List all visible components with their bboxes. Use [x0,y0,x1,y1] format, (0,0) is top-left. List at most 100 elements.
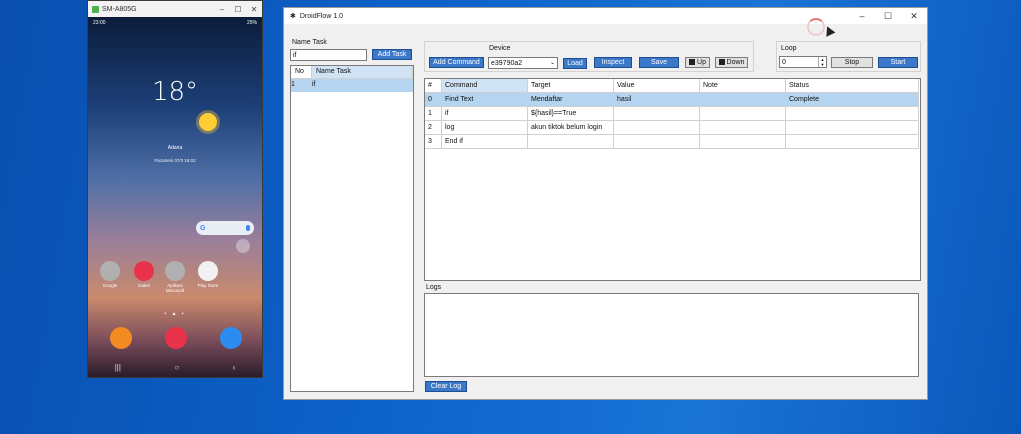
loop-value: 0 [782,59,786,66]
minimize-icon[interactable]: – [214,5,230,14]
table-row[interactable]: 2 log akun tiktok belum login [425,121,920,135]
add-command-button[interactable]: Add Command [429,57,484,68]
command-grid-header: # Command Target Value Note Status [425,79,920,93]
table-row[interactable]: 3 End if [425,135,920,149]
table-cell[interactable] [614,135,700,149]
table-cell: 1 [425,107,442,121]
app-galeri[interactable]: Galeri [130,261,158,288]
mic-icon[interactable] [246,225,250,231]
loading-spinner-icon [807,18,825,36]
home-icon[interactable]: ○ [174,363,179,372]
microsoft-folder-icon [165,261,185,281]
table-cell[interactable]: ${hasil}==True [528,107,614,121]
droidflow-window: ✱ DroidFlow 1.0 – ☐ ✕ Name Task if Add T… [283,7,928,400]
app-titlebar[interactable]: ✱ DroidFlow 1.0 – ☐ ✕ [284,8,927,24]
up-button[interactable]: Up [685,57,710,68]
maximize-icon[interactable]: ☐ [230,5,246,14]
command-grid[interactable]: # Command Target Value Note Status 0 Fin… [424,78,921,281]
app-drawer-icon[interactable] [236,239,250,253]
table-cell[interactable]: Mendaftar [528,93,614,107]
table-row[interactable]: 1 if ${hasil}==True [425,107,920,121]
phone-window-title: SM-A805G [102,5,137,13]
load-button[interactable]: Load [563,58,587,69]
clear-log-button[interactable]: Clear Log [425,381,467,392]
loop-count-input[interactable]: 0 ▲ ▼ [779,56,827,68]
app-microsoft[interactable]: Aplikasi Microsoft [161,261,189,293]
app-title: DroidFlow 1.0 [299,12,344,20]
column-header[interactable]: Command [442,79,528,93]
table-cell[interactable]: akun tiktok belum login [528,121,614,135]
table-cell[interactable] [700,121,786,135]
down-arrow-icon [718,59,725,65]
column-header[interactable]: Target [528,79,614,93]
up-arrow-icon [689,59,696,65]
table-cell: 3 [425,135,442,149]
app-label: Play Store [197,283,219,288]
device-select-value: e39790a2 [491,60,523,67]
app-google[interactable]: Google [96,261,124,288]
spinner-arrows-icon[interactable]: ▲ ▼ [818,57,826,67]
task-grid[interactable]: No Name Task 1 if [290,65,414,392]
table-cell[interactable] [614,121,700,135]
table-cell [786,107,919,121]
app-label: Galeri [137,283,150,288]
table-cell: 2 [425,121,442,135]
table-cell[interactable] [528,135,614,149]
column-header[interactable]: # [425,79,442,93]
table-cell[interactable] [700,93,786,107]
table-row[interactable]: 0 Find Text Mendaftar hasil Complete [425,93,920,107]
table-cell[interactable] [700,135,786,149]
weather-temperature: 18° [151,77,199,107]
task-name-input[interactable]: if [290,49,367,61]
column-header[interactable]: Value [614,79,700,93]
save-button[interactable]: Save [639,57,679,68]
start-button[interactable]: Start [878,57,918,68]
app-gear-icon: ✱ [290,13,296,20]
maximize-icon[interactable]: ☐ [875,11,901,22]
inspect-button[interactable]: Inspect [594,57,632,68]
close-icon[interactable]: ✕ [901,11,927,22]
app-label: Aplikasi Microsoft [165,283,185,293]
column-header[interactable]: Note [700,79,786,93]
minimize-icon[interactable]: – [849,11,875,22]
table-cell[interactable]: if [442,107,528,121]
table-row[interactable]: 1 if [291,79,413,92]
back-icon[interactable]: ‹ [233,363,236,372]
google-icon: G [200,224,206,232]
close-icon[interactable]: ✕ [246,5,262,14]
logs-textarea[interactable] [424,293,919,377]
name-task-label: Name Task [292,39,327,46]
phone-nav-bar: ||| ○ ‹ [88,357,262,377]
status-battery: 25% [246,20,257,26]
android-icon [92,5,99,13]
task-grid-header: No Name Task [291,66,413,79]
camera-icon[interactable] [165,327,187,349]
table-cell[interactable]: End if [442,135,528,149]
table-cell[interactable]: hasil [614,93,700,107]
column-header[interactable]: No [291,66,312,79]
down-button[interactable]: Down [715,57,748,68]
app-play-store[interactable]: Play Store [194,261,222,288]
table-cell[interactable]: Find Text [442,93,528,107]
messages-icon[interactable] [220,327,242,349]
phone-screen[interactable]: 23:00 25% 18° Adana Pazartesi 07/3 18:02… [88,17,262,377]
contacts-icon[interactable] [110,327,132,349]
stop-button[interactable]: Stop [831,57,873,68]
weather-date: Pazartesi 07/3 18:02 [154,158,196,163]
logs-label: Logs [426,284,442,291]
device-select[interactable]: e39790a2 ⌄ [488,57,558,69]
down-label: Down [726,59,745,66]
table-cell[interactable]: log [442,121,528,135]
phone-status-bar: 23:00 25% [88,17,262,29]
recent-apps-icon[interactable]: ||| [115,363,121,372]
play-store-icon [198,261,218,281]
table-cell[interactable] [700,107,786,121]
column-header[interactable]: Name Task [312,66,413,79]
table-cell [786,121,919,135]
phone-titlebar[interactable]: SM-A805G – ☐ ✕ [88,1,262,17]
add-task-button[interactable]: Add Task [372,49,412,60]
app-label: Google [102,283,118,288]
column-header[interactable]: Status [786,79,919,93]
google-search-widget[interactable]: G [196,221,254,235]
table-cell[interactable] [614,107,700,121]
